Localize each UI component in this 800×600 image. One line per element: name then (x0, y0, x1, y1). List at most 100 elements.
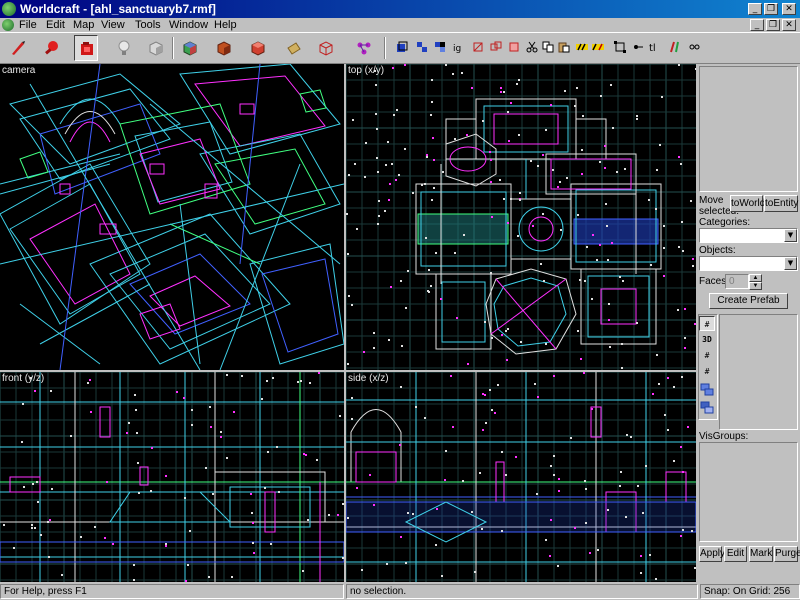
hide-selected-button[interactable] (470, 39, 486, 55)
vertex-dot (471, 87, 473, 89)
replace-texture-button[interactable] (246, 35, 270, 61)
visgroups-list[interactable] (699, 442, 798, 542)
magnify-tool-button[interactable] (40, 35, 64, 61)
cut-button[interactable] (524, 39, 540, 55)
red-cube-icon (251, 41, 265, 56)
visgroup-edit-button[interactable]: Edit (724, 546, 747, 562)
doc-minimize-button[interactable]: _ (750, 19, 764, 31)
entity-tool-button[interactable] (112, 35, 136, 61)
vertex-dot (553, 455, 555, 457)
vertex-dot (300, 380, 302, 382)
visgroup-mark-button[interactable]: Mark (749, 546, 773, 562)
menu-view[interactable]: View (99, 18, 127, 32)
visgroup-add-icon[interactable] (699, 382, 715, 397)
larger-grid-icon[interactable]: # (699, 364, 715, 379)
to-world-button[interactable]: toWorld (730, 195, 765, 212)
vertex-dot (694, 323, 696, 325)
front-viewport[interactable]: front (y/z) (0, 372, 344, 582)
vertex-dot (347, 253, 349, 255)
toggle-grid-button[interactable] (612, 39, 628, 55)
document-icon[interactable] (2, 19, 14, 31)
chevron-down-icon[interactable]: ▼ (784, 257, 797, 270)
vertex-dot (165, 475, 167, 477)
grid-toggle-icon[interactable]: # (699, 316, 715, 331)
faces-down-button[interactable]: ▼ (749, 282, 762, 290)
3d-grid-icon[interactable]: 3D (699, 332, 715, 347)
toggle-texture-lock-button[interactable] (574, 39, 590, 55)
decal-tool-button[interactable] (282, 35, 306, 61)
visgroup-purge-button[interactable]: Purge (774, 546, 800, 562)
visgroup-move-icon[interactable] (699, 400, 715, 415)
close-button[interactable]: ✕ (782, 3, 796, 15)
vertex-dot (678, 246, 680, 248)
doc-close-button[interactable]: ✕ (782, 19, 796, 31)
vertex-dot (584, 480, 586, 482)
show-all-button[interactable] (488, 39, 504, 55)
carve-button[interactable] (666, 39, 682, 55)
show-helpers-button[interactable] (630, 39, 646, 55)
objects-dropdown[interactable]: ▼ (699, 256, 798, 271)
minimize-button[interactable]: _ (748, 3, 762, 15)
categories-dropdown[interactable]: ▼ (699, 228, 798, 243)
smaller-grid-icon[interactable]: # (699, 348, 715, 363)
menu-file[interactable]: File (17, 18, 39, 32)
vertex-dot (577, 214, 579, 216)
tie-to-entity-button[interactable] (432, 39, 448, 55)
side-viewport[interactable]: side (x/z) (346, 372, 696, 582)
vertex-dot (112, 543, 114, 545)
vertex-dot (328, 514, 330, 516)
vertex-dot (649, 554, 651, 556)
selection-tool-button[interactable] (6, 35, 30, 61)
maximize-button[interactable]: ❐ (764, 3, 778, 15)
menu-edit[interactable]: Edit (44, 18, 67, 32)
move-to-world-button[interactable]: ig (450, 39, 466, 55)
vertex-dot (515, 456, 517, 458)
worldcraft-app-icon[interactable] (2, 2, 16, 16)
vertex-dot (80, 536, 82, 538)
copy-button[interactable] (540, 39, 556, 55)
faces-up-button[interactable]: ▲ (749, 274, 762, 282)
menu-tools[interactable]: Tools (133, 18, 163, 32)
vertex-dot (485, 422, 487, 424)
vertex-dot (435, 252, 437, 254)
visgroup-apply-button[interactable]: Apply (699, 546, 725, 562)
block-tool-button[interactable] (144, 35, 168, 61)
vertex-dot (612, 127, 614, 129)
top-viewport[interactable]: top (x/y) (346, 64, 696, 370)
doc-restore-button[interactable]: ❐ (766, 19, 780, 31)
vertex-dot (658, 383, 660, 385)
vertex-dot (364, 176, 366, 178)
ungroup-icon (417, 42, 427, 52)
create-prefab-button[interactable]: Create Prefab (709, 293, 788, 309)
hollow-button[interactable] (686, 39, 702, 55)
texture-app-tool-button[interactable] (178, 35, 202, 61)
menu-window[interactable]: Window (167, 18, 210, 32)
paste-button[interactable] (556, 39, 572, 55)
menu-help[interactable]: Help (212, 18, 239, 32)
vertex-dot (61, 574, 63, 576)
vertex-dot (621, 343, 623, 345)
vertex-tool-button[interactable] (352, 35, 376, 61)
apply-texture-button[interactable] (212, 35, 236, 61)
vertex-dot (356, 228, 358, 230)
vertex-dot (690, 200, 692, 202)
camera-tool-button[interactable] (74, 35, 98, 61)
camera-viewport[interactable]: camera (0, 64, 344, 370)
vertex-dot (607, 259, 609, 261)
vertex-dot (165, 545, 167, 547)
chevron-down-icon[interactable]: ▼ (784, 229, 797, 242)
group-button[interactable] (394, 39, 410, 55)
ungroup-button[interactable] (414, 39, 430, 55)
to-entity-button[interactable]: toEntity (764, 195, 798, 212)
faces-spin-input[interactable]: 0 (725, 274, 749, 289)
vertex-dot (176, 391, 178, 393)
vertex-dot (645, 465, 647, 467)
menu-map[interactable]: Map (71, 18, 96, 32)
categories-label: Categories: (699, 217, 751, 228)
text-tool-button[interactable]: tl (646, 39, 662, 55)
vertex-dot (694, 567, 696, 569)
hide-unselected-button[interactable] (506, 39, 522, 55)
vertex-dot (482, 120, 484, 122)
toggle-cordon-button[interactable] (590, 39, 606, 55)
clip-tool-button[interactable] (314, 35, 338, 61)
